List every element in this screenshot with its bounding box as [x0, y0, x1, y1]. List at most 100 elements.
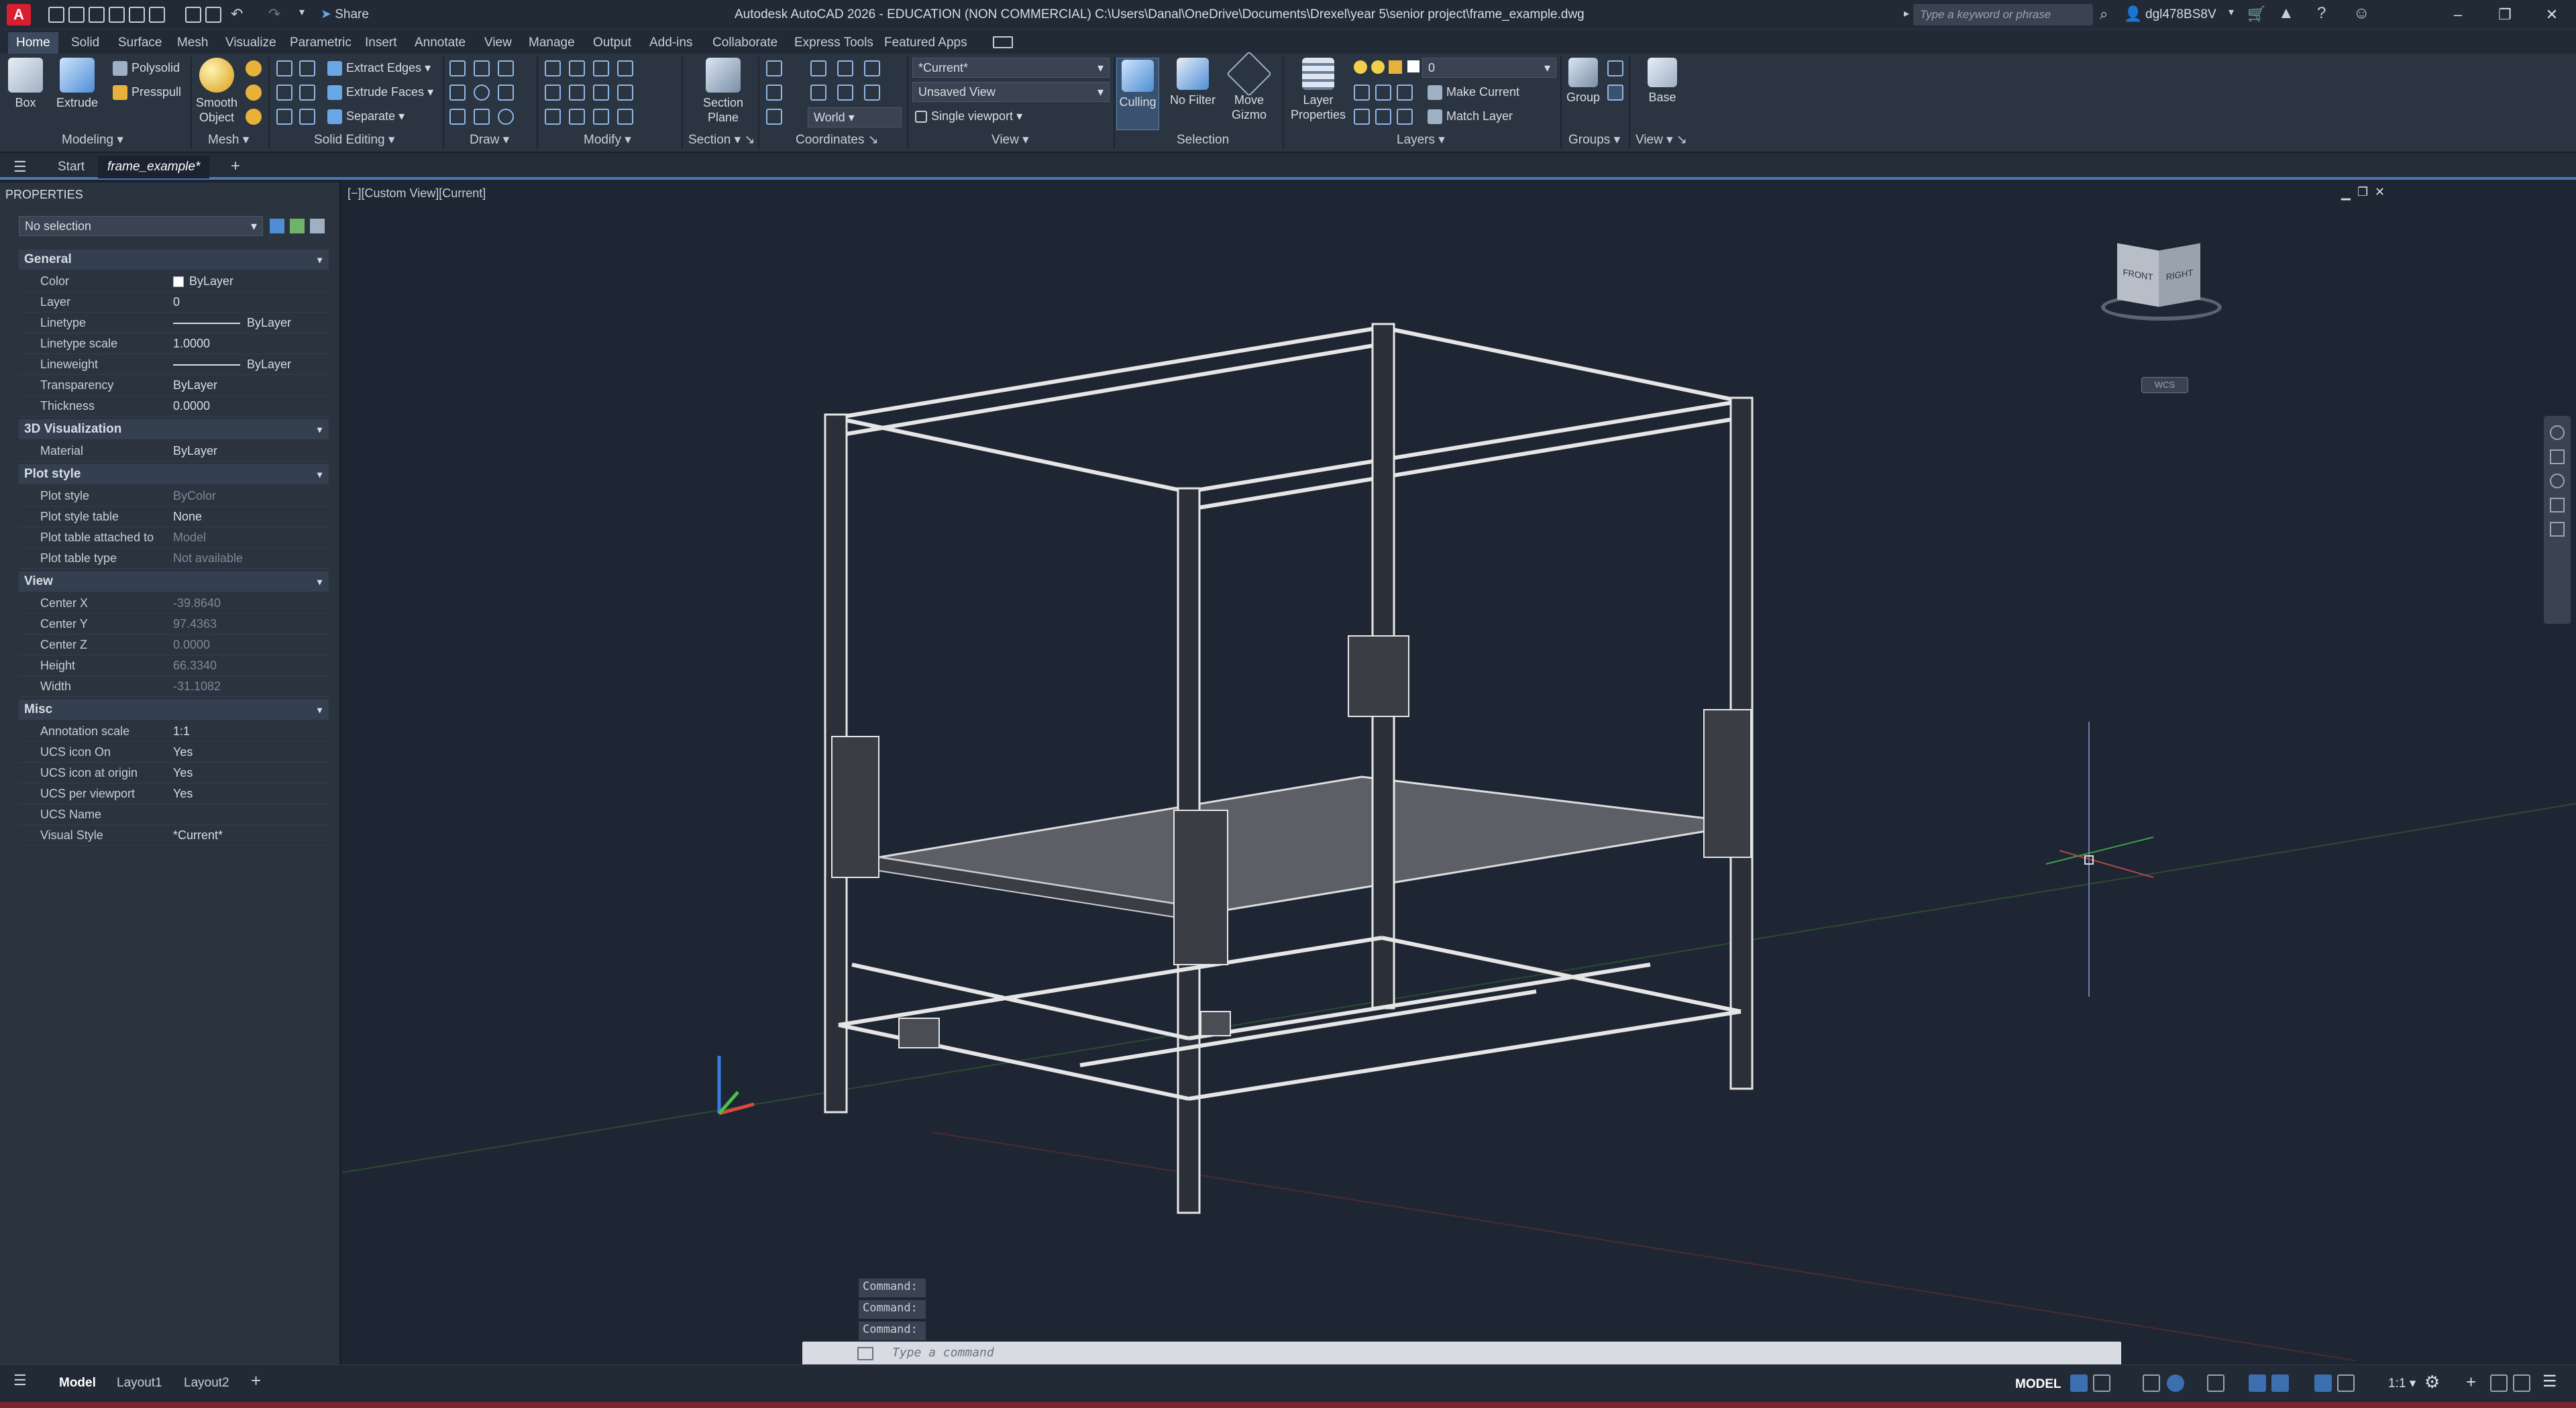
collapse-icon[interactable]: ▾: [317, 250, 322, 270]
object-snap-icon[interactable]: [2271, 1374, 2289, 1392]
tab-output[interactable]: Output: [585, 32, 639, 54]
tab-add-ins[interactable]: Add-ins: [641, 32, 700, 54]
ucs-view-icon[interactable]: [766, 85, 782, 101]
menu-icon[interactable]: ☰: [13, 158, 27, 176]
property-value[interactable]: None: [173, 506, 329, 527]
visual-style-dropdown[interactable]: *Current* ▾: [912, 58, 1110, 78]
command-line-input[interactable]: [802, 1342, 2121, 1366]
wcs-menu-button[interactable]: WCS: [2141, 377, 2188, 393]
user-dropdown-icon[interactable]: ▾: [2229, 5, 2234, 19]
property-value[interactable]: *Current*: [173, 825, 329, 846]
snap-icon[interactable]: [2093, 1374, 2110, 1392]
toggle-pickadd-icon[interactable]: [270, 219, 284, 233]
layer-off-icon[interactable]: [1354, 85, 1370, 101]
navigation-bar[interactable]: [2544, 416, 2571, 624]
polygon-icon[interactable]: [449, 109, 466, 125]
property-value[interactable]: 1.0000: [173, 333, 329, 354]
save-web-icon[interactable]: [149, 7, 165, 23]
open-icon[interactable]: [68, 7, 85, 23]
quick-select-icon[interactable]: [310, 219, 325, 233]
subtract-icon[interactable]: [299, 60, 315, 76]
grid-icon[interactable]: [2070, 1374, 2088, 1392]
viewcube-front-face[interactable]: FRONT: [2117, 243, 2159, 307]
property-row-width[interactable]: Width -31.1082: [19, 676, 329, 697]
new-tab-icon[interactable]: +: [231, 157, 240, 176]
trim-icon[interactable]: [593, 60, 609, 76]
section-header-misc[interactable]: Misc ▾: [19, 700, 329, 720]
make-current-button[interactable]: Make Current: [1428, 83, 1519, 101]
ucs-zaxis-icon[interactable]: [864, 85, 880, 101]
search-input[interactable]: Type a keyword or phrase: [1913, 4, 2093, 25]
line-icon[interactable]: [449, 60, 466, 76]
property-row-plot-style[interactable]: Plot style ByColor: [19, 486, 329, 506]
property-value[interactable]: 1:1: [173, 721, 329, 742]
close-icon[interactable]: ✕: [2536, 3, 2568, 27]
arc-icon[interactable]: [498, 60, 514, 76]
model-space-button[interactable]: MODEL: [2015, 1377, 2061, 1392]
ucs-3point-icon[interactable]: [810, 85, 826, 101]
tab-annotate[interactable]: Annotate: [407, 32, 474, 54]
property-row-transparency[interactable]: Transparency ByLayer: [19, 375, 329, 396]
isodraft-icon[interactable]: [2207, 1374, 2224, 1392]
circle-icon[interactable]: [474, 85, 490, 101]
tab-model[interactable]: Model: [51, 1372, 104, 1395]
add-icon[interactable]: +: [2466, 1372, 2476, 1393]
panel-title-coordinates[interactable]: Coordinates ↘: [796, 131, 879, 149]
property-value[interactable]: Yes: [173, 742, 329, 763]
tab-solid[interactable]: Solid: [63, 32, 107, 54]
named-view-dropdown[interactable]: Unsaved View ▾: [912, 82, 1110, 102]
select-objects-icon[interactable]: [290, 219, 305, 233]
autodesk-account-icon[interactable]: ▲: [2278, 4, 2294, 23]
property-value[interactable]: Yes: [173, 783, 329, 804]
tab-frame-example[interactable]: frame_example*: [98, 156, 210, 178]
open-web-icon[interactable]: [129, 7, 145, 23]
base-view-button[interactable]: Base: [1642, 58, 1682, 105]
annotation-scale-button[interactable]: 1:1 ▾: [2388, 1376, 2416, 1391]
search-icon[interactable]: ⌕: [2100, 5, 2108, 23]
extrude-button[interactable]: Extrude: [54, 58, 101, 110]
property-row-center-z[interactable]: Center Z 0.0000: [19, 635, 329, 655]
tab-mesh[interactable]: Mesh: [169, 32, 216, 54]
cart-icon[interactable]: 🛒: [2247, 5, 2265, 23]
tab-start[interactable]: Start: [48, 156, 94, 178]
drawing-canvas[interactable]: [341, 180, 2576, 1364]
panel-title-view-base[interactable]: View ▾ ↘: [1635, 131, 1687, 149]
ucs-origin-icon[interactable]: [810, 60, 826, 76]
autocad-logo-icon[interactable]: A: [7, 4, 31, 25]
viewport-config-button[interactable]: Single viewport ▾: [915, 107, 1022, 125]
move-icon[interactable]: [545, 60, 561, 76]
panel-title-section[interactable]: Section ▾ ↘: [688, 131, 755, 149]
tab-featured-apps[interactable]: Featured Apps: [876, 32, 975, 54]
mesh-tool-icon[interactable]: [246, 60, 262, 76]
ucs-y-icon[interactable]: [864, 60, 880, 76]
scale-icon[interactable]: [593, 85, 609, 101]
ucs-named-icon[interactable]: [766, 109, 782, 125]
tab-home[interactable]: Home: [8, 32, 58, 54]
tab-layout1[interactable]: Layout1: [109, 1372, 170, 1395]
extrude-faces-button[interactable]: Extrude Faces ▾: [327, 83, 433, 101]
viewport-close-icon[interactable]: ✕: [2375, 185, 2385, 199]
no-filter-button[interactable]: No Filter: [1166, 58, 1220, 107]
minimize-icon[interactable]: –: [2442, 3, 2474, 27]
property-value[interactable]: 0.0000: [173, 396, 329, 417]
match-layer-button[interactable]: Match Layer: [1428, 107, 1513, 125]
property-row-material[interactable]: Material ByLayer: [19, 441, 329, 462]
group-selection-icon[interactable]: [1607, 85, 1623, 101]
property-value[interactable]: ByLayer: [173, 375, 329, 396]
property-value[interactable]: 0: [173, 292, 329, 313]
polyline-icon[interactable]: [474, 60, 490, 76]
new-layout-icon[interactable]: +: [251, 1370, 261, 1391]
selection-dropdown[interactable]: No selection ▾: [19, 216, 263, 236]
union-icon[interactable]: [276, 60, 292, 76]
hatch-icon[interactable]: [498, 85, 514, 101]
save-as-icon[interactable]: [109, 7, 125, 23]
tab-layout2[interactable]: Layout2: [176, 1372, 237, 1395]
interfere-icon[interactable]: [276, 109, 292, 125]
move-gizmo-button[interactable]: Move Gizmo: [1225, 51, 1273, 122]
property-row-thickness[interactable]: Thickness 0.0000: [19, 396, 329, 417]
auto-scale-icon[interactable]: [2337, 1374, 2355, 1392]
customization-menu-icon[interactable]: ☰: [2542, 1372, 2557, 1391]
ribbon-minimize-icon[interactable]: [993, 36, 1013, 48]
quick-access-dropdown-icon[interactable]: ▾: [299, 5, 305, 19]
undo-icon[interactable]: ↶: [231, 5, 243, 23]
